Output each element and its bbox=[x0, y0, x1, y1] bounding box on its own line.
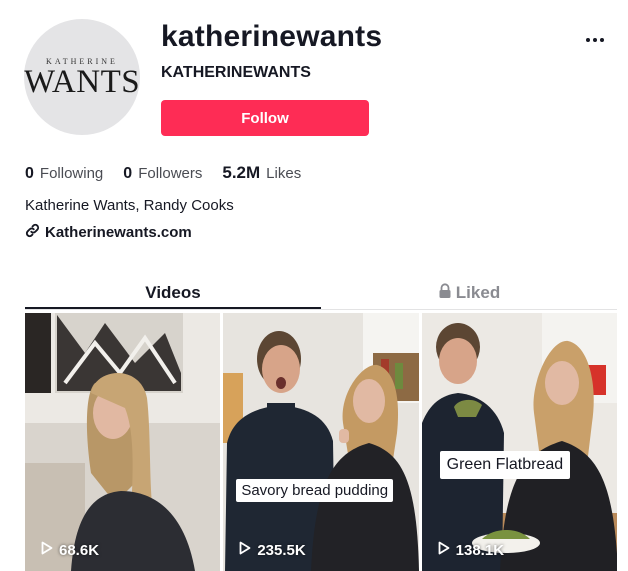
play-icon bbox=[239, 541, 251, 559]
following-count: 0 bbox=[25, 165, 34, 182]
avatar-logo-bottom: WANTS bbox=[24, 64, 140, 100]
tab-liked-label: Liked bbox=[455, 283, 501, 302]
following-label: Following bbox=[39, 165, 104, 182]
followers-label: Followers bbox=[138, 165, 203, 182]
follow-button[interactable]: Follow bbox=[161, 100, 369, 136]
view-count: 68.6K bbox=[41, 541, 99, 559]
profile-link[interactable]: Katherinewants.com bbox=[25, 223, 192, 242]
lock-icon bbox=[438, 282, 452, 304]
likes-label: Likes bbox=[266, 165, 302, 182]
username: katherinewants bbox=[161, 20, 383, 53]
profile-tabs: Videos Liked bbox=[25, 276, 617, 310]
view-count: 235.5K bbox=[239, 541, 306, 559]
more-icon-dot bbox=[586, 38, 590, 42]
video-caption: Green Flatbread bbox=[439, 451, 571, 479]
link-icon bbox=[25, 223, 40, 242]
more-icon[interactable] bbox=[580, 30, 610, 50]
followers-count: 0 bbox=[123, 165, 133, 182]
video-thumbnail-image bbox=[421, 313, 617, 571]
more-icon-dot bbox=[600, 38, 604, 42]
tab-videos-label: Videos bbox=[145, 283, 201, 302]
video-caption: Savory bread pudding bbox=[236, 479, 394, 502]
tab-videos[interactable]: Videos bbox=[25, 276, 321, 310]
video-thumbnail-image bbox=[25, 313, 221, 571]
likes-count: 5.2M bbox=[222, 163, 261, 182]
play-icon bbox=[41, 541, 53, 559]
bio: Katherine Wants, Randy Cooks bbox=[25, 197, 234, 214]
tab-liked[interactable]: Liked bbox=[321, 276, 617, 310]
view-count-text: 138.1K bbox=[455, 541, 505, 559]
active-tab-indicator bbox=[25, 307, 321, 309]
followers-stat[interactable]: 0 Followers bbox=[123, 165, 202, 183]
view-count-text: 235.5K bbox=[257, 541, 306, 559]
profile-stats: 0 Following 0 Followers 5.2M Likes bbox=[25, 163, 321, 183]
view-count: 138.1K bbox=[438, 541, 504, 559]
play-icon bbox=[438, 541, 450, 559]
nickname: KATHERINEWANTS bbox=[161, 64, 311, 81]
video-thumbnail[interactable]: 68.6K bbox=[25, 313, 221, 571]
profile-link-text: Katherinewants.com bbox=[45, 224, 192, 241]
view-count-text: 68.6K bbox=[59, 541, 100, 559]
video-thumbnail[interactable]: Savory bread pudding 235.5K bbox=[223, 313, 419, 571]
following-stat[interactable]: 0 Following bbox=[25, 165, 103, 183]
video-grid: 68.6K Savory bread pudding 235.5K Green … bbox=[25, 313, 617, 571]
more-icon-dot bbox=[593, 38, 597, 42]
likes-stat: 5.2M Likes bbox=[222, 163, 301, 183]
avatar[interactable]: KATHERINE WANTS bbox=[24, 19, 140, 135]
video-thumbnail[interactable]: Green Flatbread 138.1K bbox=[421, 313, 617, 571]
video-thumbnail-image bbox=[223, 313, 419, 571]
